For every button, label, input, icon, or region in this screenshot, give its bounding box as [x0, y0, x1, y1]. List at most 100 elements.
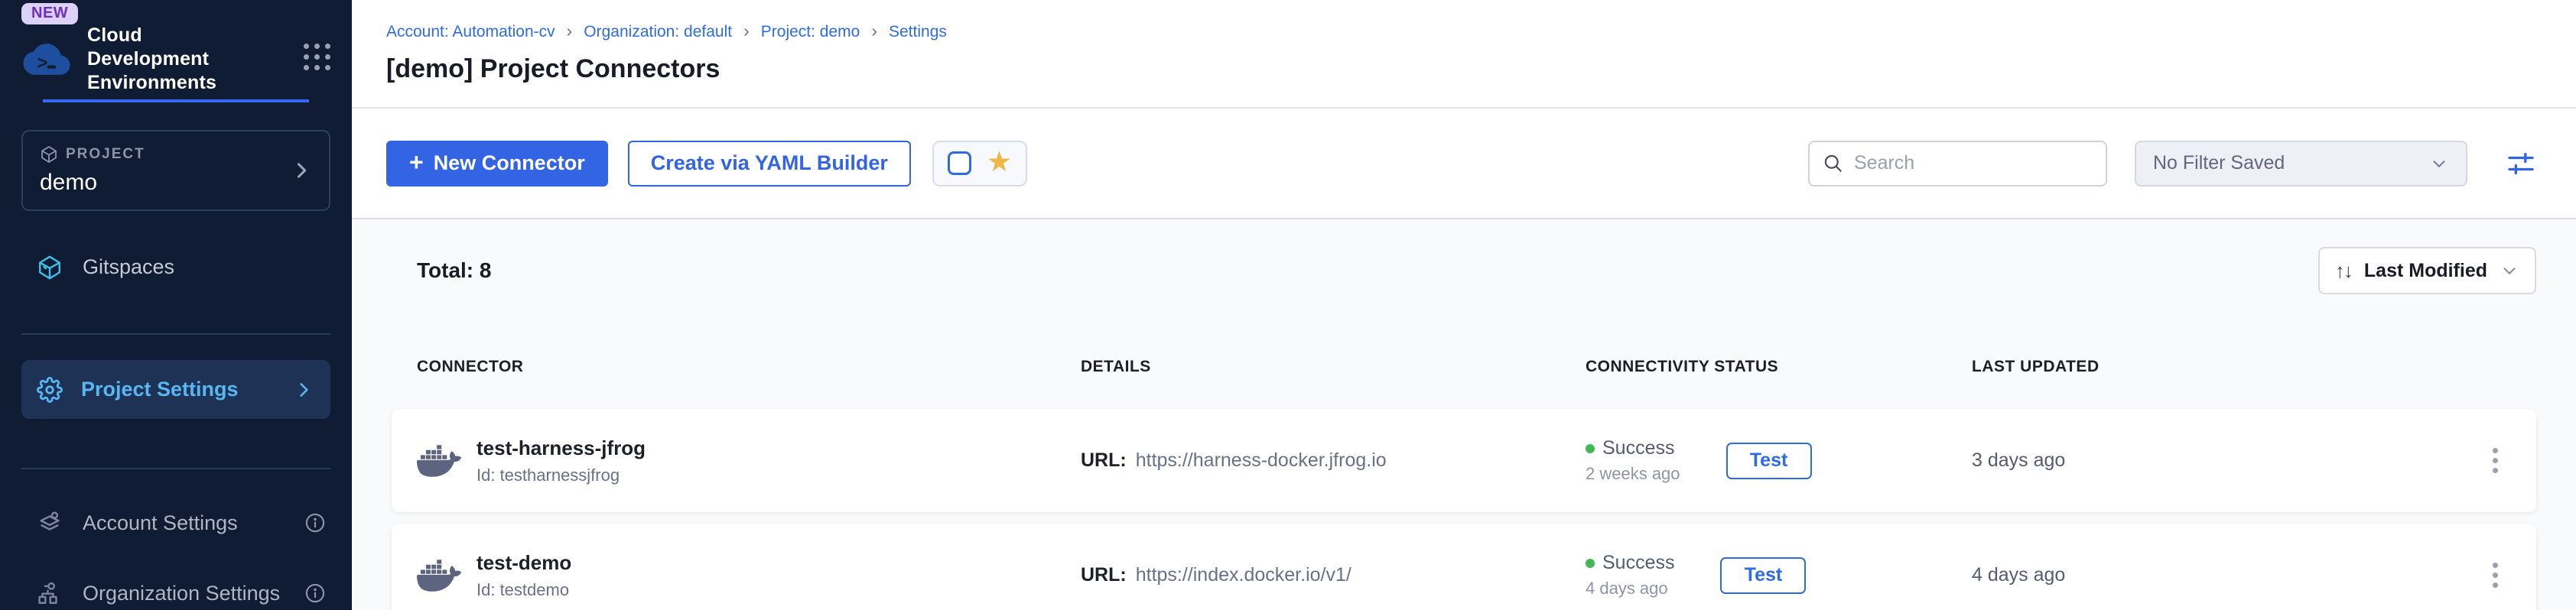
connector-id: Id: testharnessjfrog [476, 466, 646, 485]
search-input[interactable] [1854, 152, 2093, 174]
row-menu-kebab-icon[interactable] [2485, 555, 2506, 595]
page-header: Account: Automation-cv › Organization: d… [352, 0, 2576, 109]
total-count: Total: 8 [417, 258, 491, 283]
breadcrumb-separator: › [567, 21, 573, 41]
breadcrumb-organization[interactable]: Organization: default [584, 23, 732, 41]
logo-underline [43, 99, 309, 102]
breadcrumb: Account: Automation-cv › Organization: d… [386, 23, 2542, 41]
create-via-yaml-builder-button[interactable]: Create via YAML Builder [628, 141, 911, 187]
sidebar-header: NEW > Cloud Development Environments [0, 0, 352, 102]
sort-dropdown-value: Last Modified [2364, 260, 2487, 282]
last-updated-cell: 4 days ago [1972, 564, 2469, 586]
favorites-checkbox[interactable] [948, 151, 971, 175]
breadcrumb-account[interactable]: Account: Automation-cv [386, 23, 555, 41]
chevron-down-icon [2500, 261, 2519, 281]
sidebar-item-label: Organization Settings [83, 582, 280, 605]
sidebar-item-project-settings[interactable]: Project Settings [21, 360, 330, 420]
sort-dropdown[interactable]: ↑↓ Last Modified [2318, 247, 2536, 294]
last-updated-cell: 3 days ago [1972, 449, 2469, 472]
connector-name-block: test-demo Id: testdemo [476, 551, 571, 600]
test-connection-button[interactable]: Test [1726, 443, 1812, 479]
table-header-row: CONNECTOR DETAILS CONNECTIVITY STATUS LA… [392, 357, 2536, 376]
status-time: 4 days ago [1586, 579, 1674, 599]
status-block: Success 4 days ago [1586, 552, 1674, 599]
breadcrumb-project[interactable]: Project: demo [761, 23, 860, 41]
url-label: URL: [1081, 449, 1127, 472]
status-time: 2 weeks ago [1586, 464, 1680, 484]
star-icon: ★ [987, 148, 1012, 176]
url-label: URL: [1081, 564, 1127, 586]
status-block: Success 2 weeks ago [1586, 437, 1680, 484]
plus-icon: + [409, 148, 424, 177]
layers-gear-icon [37, 510, 63, 536]
table-row[interactable]: test-harness-jfrog Id: testharnessjfrog … [392, 409, 2536, 512]
page-title: [demo] Project Connectors [386, 54, 2542, 84]
search-box [1808, 141, 2107, 187]
sort-arrows-icon: ↑↓ [2335, 259, 2352, 283]
new-connector-label: New Connector [434, 151, 585, 175]
cde-cloud-logo-icon: > [21, 36, 72, 79]
breadcrumb-separator: › [871, 21, 877, 41]
sidebar-item-label: Project Settings [81, 378, 239, 401]
sidebar-item-label: Gitspaces [83, 255, 174, 279]
sidebar-item-account-settings[interactable]: Account Settings [0, 506, 352, 540]
project-meta: PROJECT demo [40, 145, 145, 196]
table-row[interactable]: test-demo Id: testdemo URL: https://inde… [392, 524, 2536, 610]
sidebar-divider [21, 333, 330, 335]
chevron-down-icon [2429, 154, 2449, 174]
details-cell: URL: https://index.docker.io/v1/ [1081, 564, 1586, 586]
column-header-connectivity-status: CONNECTIVITY STATUS [1586, 357, 1972, 376]
sidebar-item-gitspaces[interactable]: Gitspaces [0, 251, 352, 284]
column-header-last-updated: LAST UPDATED [1972, 357, 2469, 376]
column-header-details: DETAILS [1081, 357, 1586, 376]
info-icon[interactable] [304, 512, 326, 534]
new-connector-button[interactable]: + New Connector [386, 141, 608, 187]
connector-cell: test-harness-jfrog Id: testharnessjfrog [417, 436, 1081, 485]
column-header-connector: CONNECTOR [417, 357, 1081, 376]
status-dot-success [1586, 559, 1595, 568]
docker-icon [417, 553, 461, 598]
svg-text:>: > [37, 53, 47, 73]
sidebar-divider [21, 468, 330, 469]
app-logo-row: > Cloud Development Environments [21, 24, 330, 95]
breadcrumb-separator: › [743, 21, 750, 41]
connectivity-status-cell: Success 4 days ago Test [1586, 552, 1972, 599]
project-selector-value: demo [40, 170, 145, 196]
details-cell: URL: https://harness-docker.jfrog.io [1081, 449, 1586, 472]
chevron-right-icon [291, 160, 312, 181]
toolbar: + New Connector Create via YAML Builder … [352, 109, 2576, 219]
url-value: https://harness-docker.jfrog.io [1136, 449, 1387, 472]
search-icon [1823, 153, 1843, 174]
favorites-filter-group: ★ [932, 141, 1027, 187]
docker-icon [417, 439, 461, 483]
status-text: Success [1602, 437, 1674, 459]
row-menu-kebab-icon[interactable] [2485, 440, 2506, 481]
project-selector[interactable]: PROJECT demo [21, 130, 330, 211]
project-selector-label: PROJECT [66, 146, 145, 163]
connector-name: test-harness-jfrog [476, 436, 646, 460]
new-badge: NEW [21, 3, 78, 24]
status-text: Success [1602, 552, 1674, 574]
saved-filter-select[interactable]: No Filter Saved [2135, 141, 2467, 187]
info-icon[interactable] [304, 582, 326, 604]
breadcrumb-settings[interactable]: Settings [889, 23, 947, 41]
url-value: https://index.docker.io/v1/ [1136, 564, 1351, 586]
app-title: Cloud Development Environments [87, 24, 248, 95]
app-switcher-grid-icon[interactable] [304, 44, 330, 70]
connector-name-block: test-harness-jfrog Id: testharnessjfrog [476, 436, 646, 485]
filter-sliders-icon[interactable] [2506, 148, 2536, 179]
connector-list-area: Total: 8 ↑↓ Last Modified CONNECTOR DETA… [352, 219, 2576, 610]
saved-filter-value: No Filter Saved [2153, 152, 2285, 174]
sidebar-item-organization-settings[interactable]: Organization Settings [0, 576, 352, 610]
chevron-right-icon [294, 380, 314, 400]
list-top-bar: Total: 8 ↑↓ Last Modified [392, 247, 2536, 294]
cube-icon [40, 145, 58, 164]
org-chart-gear-icon [37, 580, 63, 606]
sidebar-item-label: Account Settings [83, 511, 238, 535]
status-dot-success [1586, 444, 1595, 453]
gitspaces-cube-icon [37, 255, 63, 281]
gear-icon [37, 377, 63, 403]
test-connection-button[interactable]: Test [1720, 557, 1806, 594]
main-content: Account: Automation-cv › Organization: d… [352, 0, 2576, 610]
connector-cell: test-demo Id: testdemo [417, 551, 1081, 600]
